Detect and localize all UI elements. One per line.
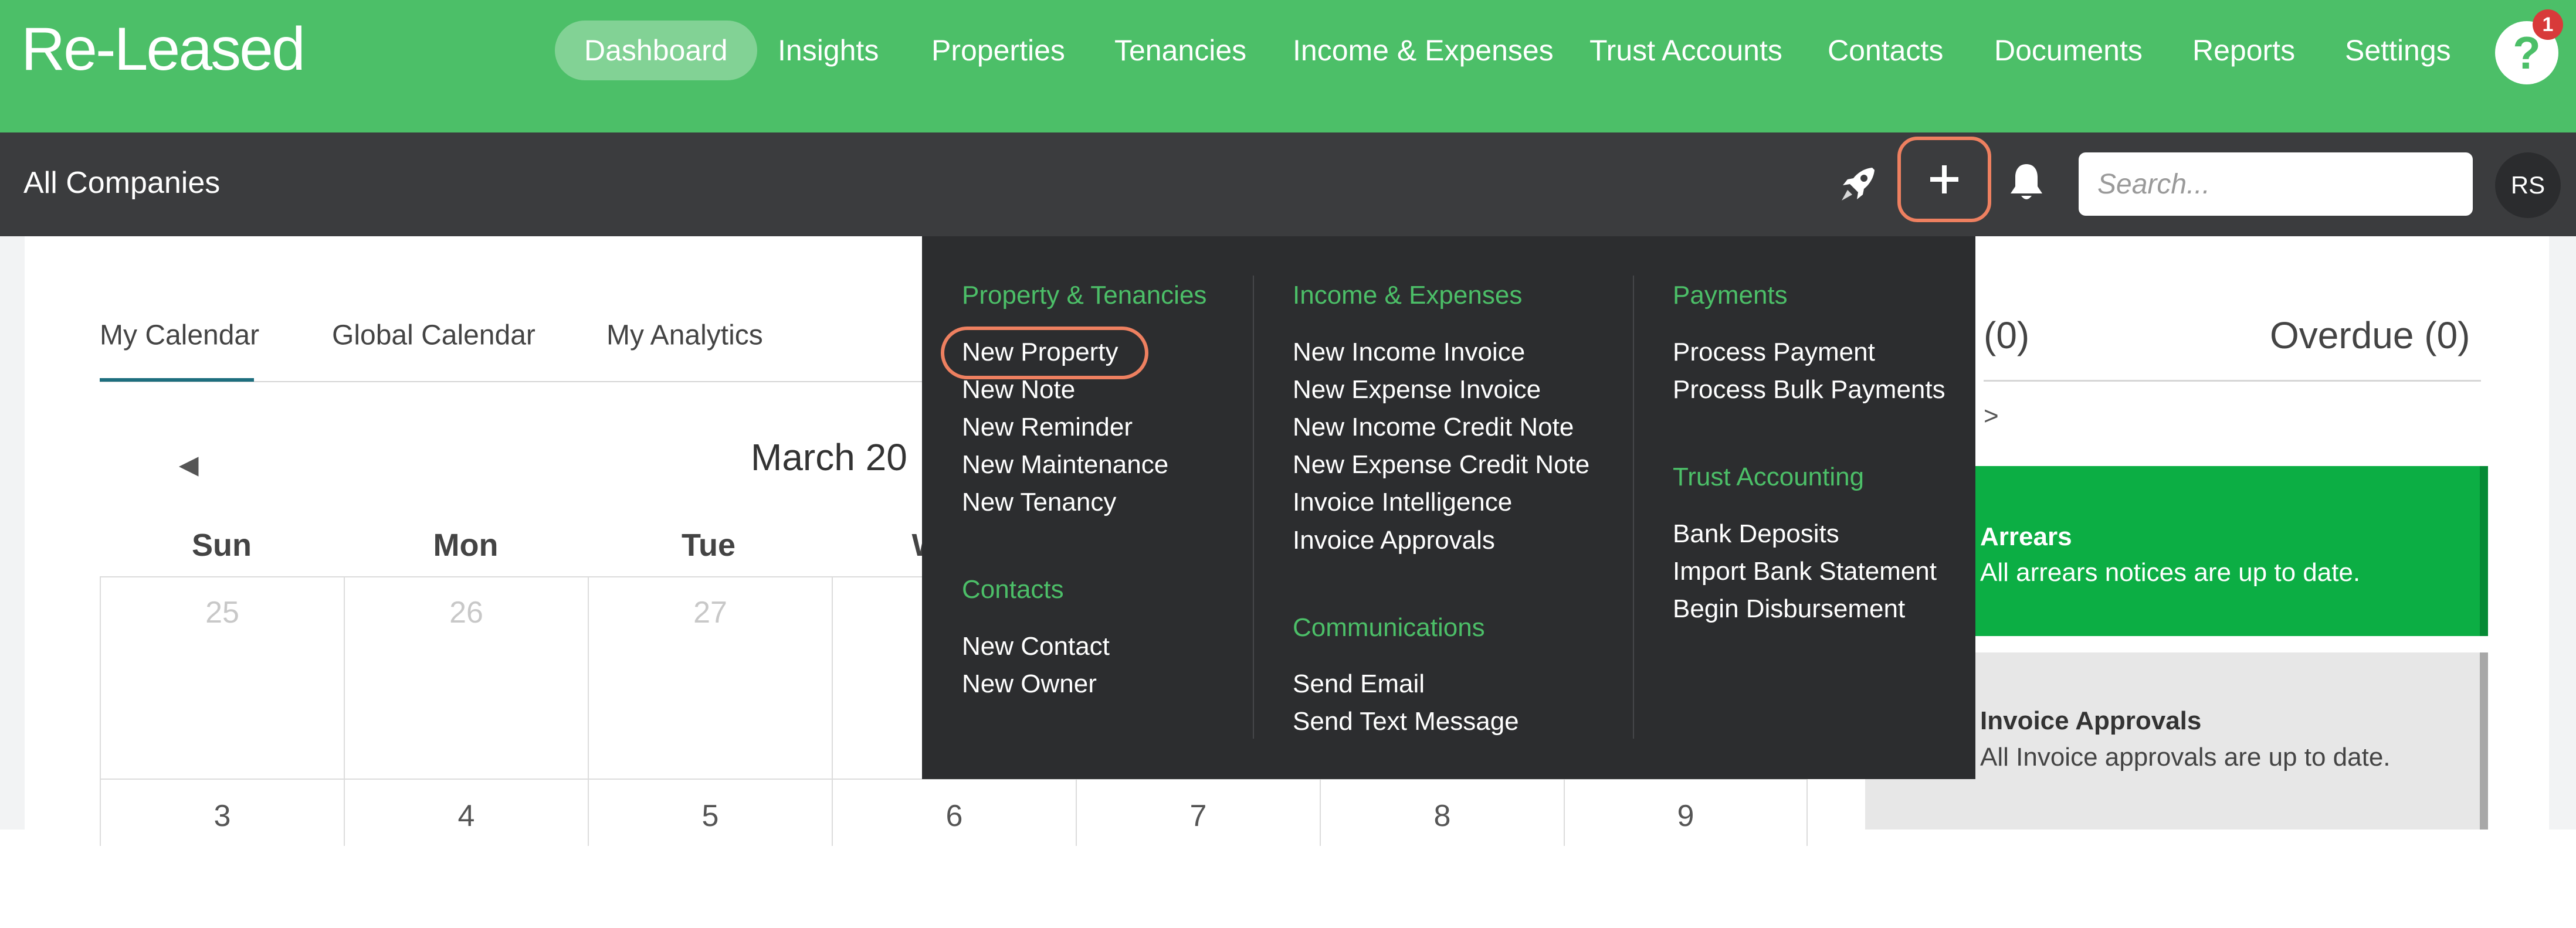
menu-item-new-tenancy[interactable]: New Tenancy	[962, 488, 1116, 517]
calendar-cell[interactable]: 3	[100, 779, 344, 846]
calendar-date: 25	[205, 596, 239, 630]
menu-column-divider	[1253, 276, 1254, 739]
menu-item-bank-deposits[interactable]: Bank Deposits	[1673, 519, 1839, 549]
day-name-mon: Mon	[433, 528, 499, 563]
nav-dashboard[interactable]: Dashboard	[555, 21, 757, 80]
calendar-cell[interactable]: 5	[588, 779, 832, 846]
menu-heading-communications: Communications	[1293, 613, 1485, 642]
calendar-date: 3	[213, 799, 231, 833]
invoice-approvals-status-text: All Invoice approvals are up to date.	[1980, 743, 2391, 771]
menu-heading-trust-accounting: Trust Accounting	[1673, 463, 1865, 491]
help-icon: ?	[2513, 27, 2541, 79]
top-navigation-bar	[0, 0, 2576, 132]
nav-reports[interactable]: Reports	[2192, 36, 2295, 65]
nav-documents[interactable]: Documents	[1994, 36, 2143, 65]
arrears-status-text: All arrears notices are up to date.	[1980, 558, 2361, 587]
plus-icon	[1930, 165, 1958, 193]
calendar-date: 8	[1433, 799, 1451, 833]
calendar-month-title: March 20	[751, 436, 907, 478]
nav-properties[interactable]: Properties	[931, 36, 1065, 65]
menu-item-new-note[interactable]: New Note	[962, 375, 1075, 404]
summary-divider	[1984, 380, 2481, 382]
nav-tenancies[interactable]: Tenancies	[1114, 36, 1246, 65]
nav-contacts[interactable]: Contacts	[1828, 36, 1943, 65]
app-logo[interactable]: Re-Leased	[21, 19, 306, 80]
company-selector[interactable]: All Companies	[23, 165, 220, 200]
quick-add-button[interactable]	[1897, 137, 1991, 222]
tab-my-calendar[interactable]: My Calendar	[100, 319, 259, 352]
notification-badge: 1	[2533, 9, 2563, 40]
calendar-cell[interactable]: 9	[1564, 779, 1808, 846]
nav-trust-accounts[interactable]: Trust Accounts	[1589, 36, 1782, 65]
menu-item-begin-disbursement[interactable]: Begin Disbursement	[1673, 594, 1905, 624]
menu-item-new-income-credit-note[interactable]: New Income Credit Note	[1293, 413, 1574, 442]
calendar-cell[interactable]: 4	[344, 779, 588, 846]
calendar-cell[interactable]: 7	[1076, 779, 1320, 846]
bell-icon[interactable]	[2008, 162, 2045, 203]
active-tab-indicator	[100, 378, 254, 382]
calendar-date: 7	[1189, 799, 1207, 833]
user-avatar[interactable]: RS	[2495, 152, 2561, 218]
menu-item-invoice-approvals[interactable]: Invoice Approvals	[1293, 526, 1495, 555]
calendar-date: 5	[701, 799, 719, 833]
chevron-right-icon[interactable]: >	[1984, 402, 1999, 431]
calendar-date: 6	[945, 799, 963, 833]
day-name-tue: Tue	[682, 528, 735, 563]
menu-heading-property-tenancies: Property & Tenancies	[962, 281, 1207, 310]
menu-heading-contacts: Contacts	[962, 575, 1064, 604]
overdue-count[interactable]: Overdue (0)	[2270, 314, 2470, 357]
calendar-cell[interactable]: 6	[832, 779, 1076, 846]
menu-item-send-text-message[interactable]: Send Text Message	[1293, 707, 1519, 736]
calendar-cell[interactable]: 27	[588, 576, 832, 779]
menu-item-invoice-intelligence[interactable]: Invoice Intelligence	[1293, 488, 1512, 517]
rocket-icon[interactable]	[1838, 163, 1879, 204]
menu-item-new-contact[interactable]: New Contact	[962, 632, 1110, 661]
tab-global-calendar[interactable]: Global Calendar	[332, 319, 535, 352]
calendar-date: 26	[449, 596, 483, 630]
calendar-date: 4	[457, 799, 475, 833]
calendar-cell[interactable]: 25	[100, 576, 344, 779]
calendar-cell[interactable]: 26	[344, 576, 588, 779]
nav-insights[interactable]: Insights	[778, 36, 879, 65]
menu-item-new-owner[interactable]: New Owner	[962, 669, 1097, 699]
menu-item-new-expense-invoice[interactable]: New Expense Invoice	[1293, 375, 1541, 404]
menu-item-send-email[interactable]: Send Email	[1293, 669, 1425, 699]
menu-column-divider	[1633, 276, 1634, 739]
calendar-date: 9	[1677, 799, 1694, 833]
menu-item-import-bank-statement[interactable]: Import Bank Statement	[1673, 557, 1937, 586]
arrears-title: Arrears	[1980, 522, 2072, 551]
due-count[interactable]: (0)	[1984, 314, 2029, 357]
menu-item-new-maintenance[interactable]: New Maintenance	[962, 450, 1168, 480]
menu-item-process-payment[interactable]: Process Payment	[1673, 338, 1875, 367]
day-name-sun: Sun	[192, 528, 252, 563]
nav-settings[interactable]: Settings	[2345, 36, 2451, 65]
menu-item-new-reminder[interactable]: New Reminder	[962, 413, 1133, 442]
previous-month-icon[interactable]: ◄	[172, 446, 205, 484]
menu-heading-payments: Payments	[1673, 281, 1788, 310]
search-input[interactable]	[2079, 152, 2473, 216]
calendar-date: 27	[693, 596, 727, 630]
calendar-cell[interactable]: 8	[1320, 779, 1564, 846]
menu-heading-income-expenses: Income & Expenses	[1293, 281, 1523, 310]
tab-my-analytics[interactable]: My Analytics	[606, 319, 763, 352]
nav-income-expenses[interactable]: Income & Expenses	[1293, 36, 1554, 65]
menu-item-new-income-invoice[interactable]: New Income Invoice	[1293, 338, 1525, 367]
menu-item-new-property[interactable]: New Property	[962, 338, 1118, 367]
menu-item-process-bulk-payments[interactable]: Process Bulk Payments	[1673, 375, 1945, 404]
invoice-approvals-title: Invoice Approvals	[1980, 706, 2202, 735]
menu-item-new-expense-credit-note[interactable]: New Expense Credit Note	[1293, 450, 1589, 480]
